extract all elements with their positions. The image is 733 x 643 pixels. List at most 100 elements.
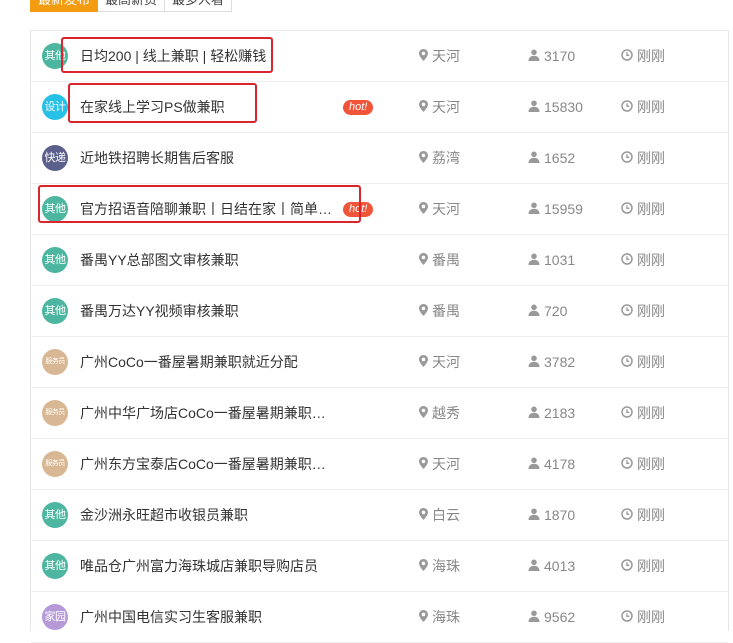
location: 海珠 <box>419 592 460 642</box>
post-time: 刚刚 <box>621 592 665 642</box>
person-icon <box>528 286 540 336</box>
clock-icon <box>621 184 633 234</box>
job-row[interactable]: 其他 金沙洲永旺超市收银员兼职 白云 1870 刚刚 <box>31 490 728 541</box>
location-text: 番禺 <box>432 252 460 268</box>
clock-icon <box>621 439 633 489</box>
location: 天河 <box>419 337 460 387</box>
tab-most-viewed[interactable]: 最多人看 <box>165 0 233 12</box>
view-count-text: 1870 <box>544 507 576 523</box>
hot-badge: hot! <box>343 100 374 115</box>
category-badge: 快递 <box>42 145 68 171</box>
view-count: 720 <box>528 286 567 336</box>
location-text: 荔湾 <box>432 150 460 166</box>
category-badge: 设计 <box>42 94 68 120</box>
person-icon <box>528 235 540 285</box>
map-pin-icon <box>419 31 428 81</box>
person-icon <box>528 541 540 591</box>
view-count: 3170 <box>528 31 575 81</box>
map-pin-icon <box>419 592 428 642</box>
post-time: 刚刚 <box>621 235 665 285</box>
location-text: 白云 <box>432 507 460 523</box>
job-row[interactable]: 服务员 广州CoCo一番屋暑期兼职就近分配 天河 3782 刚刚 <box>31 337 728 388</box>
job-title-link[interactable]: 番禺YY总部图文审核兼职 <box>80 235 239 285</box>
view-count: 1652 <box>528 133 575 183</box>
job-row[interactable]: 其他 唯品仓广州富力海珠城店兼职导购店员 海珠 4013 刚刚 <box>31 541 728 592</box>
location: 番禺 <box>419 286 460 336</box>
job-row[interactable]: 服务员 广州东方宝泰店CoCo一番屋暑期兼职店员 天河 4178 刚刚 <box>31 439 728 490</box>
person-icon <box>528 133 540 183</box>
view-count-text: 4178 <box>544 456 576 472</box>
job-row[interactable]: 快递 近地铁招聘长期售后客服 荔湾 1652 刚刚 <box>31 133 728 184</box>
view-count-text: 15830 <box>544 99 583 115</box>
view-count: 15959 <box>528 184 583 234</box>
job-title-link[interactable]: 唯品仓广州富力海珠城店兼职导购店员 <box>80 541 318 591</box>
job-title-link[interactable]: 广州中华广场店CoCo一番屋暑期兼职店员 <box>80 388 338 438</box>
location-text: 天河 <box>432 354 460 370</box>
person-icon <box>528 82 540 132</box>
category-badge: 服务员 <box>42 451 68 477</box>
job-row[interactable]: 其他 日均200 | 线上兼职 | 轻松赚钱 天河 3170 刚刚 <box>31 31 728 82</box>
post-time-text: 刚刚 <box>637 456 665 472</box>
job-title-link[interactable]: 近地铁招聘长期售后客服 <box>80 133 234 183</box>
post-time: 刚刚 <box>621 82 665 132</box>
view-count-text: 1652 <box>544 150 576 166</box>
location: 天河 <box>419 82 460 132</box>
location: 越秀 <box>419 388 460 438</box>
clock-icon <box>621 286 633 336</box>
location-text: 天河 <box>432 99 460 115</box>
post-time: 刚刚 <box>621 184 665 234</box>
clock-icon <box>621 388 633 438</box>
person-icon <box>528 490 540 540</box>
map-pin-icon <box>419 184 428 234</box>
person-icon <box>528 31 540 81</box>
job-title-link[interactable]: 金沙洲永旺超市收银员兼职 <box>80 490 248 540</box>
job-title-link[interactable]: 广州东方宝泰店CoCo一番屋暑期兼职店员 <box>80 439 338 489</box>
view-count: 3782 <box>528 337 575 387</box>
job-row[interactable]: 设计 在家线上学习PS做兼职 hot! 天河 15830 刚刚 <box>31 82 728 133</box>
person-icon <box>528 184 540 234</box>
job-title-link[interactable]: 广州CoCo一番屋暑期兼职就近分配 <box>80 337 298 387</box>
clock-icon <box>621 235 633 285</box>
job-row[interactable]: 其他 番禺万达YY视频审核兼职 番禺 720 刚刚 <box>31 286 728 337</box>
sort-tabs: 最新发布 最高薪资 最多人看 <box>30 0 233 12</box>
view-count: 1870 <box>528 490 575 540</box>
post-time-text: 刚刚 <box>637 150 665 166</box>
post-time-text: 刚刚 <box>637 405 665 421</box>
view-count-text: 720 <box>544 303 568 319</box>
job-title-link[interactable]: 广州中国电信实习生客服兼职 <box>80 592 262 642</box>
category-badge: 其他 <box>42 502 68 528</box>
location-text: 番禺 <box>432 303 460 319</box>
job-title-link[interactable]: 日均200 | 线上兼职 | 轻松赚钱 <box>80 31 266 81</box>
map-pin-icon <box>419 82 428 132</box>
clock-icon <box>621 31 633 81</box>
post-time-text: 刚刚 <box>637 507 665 523</box>
clock-icon <box>621 541 633 591</box>
clock-icon <box>621 592 633 642</box>
job-title-link[interactable]: 在家线上学习PS做兼职 <box>80 82 225 132</box>
post-time-text: 刚刚 <box>637 354 665 370</box>
map-pin-icon <box>419 133 428 183</box>
clock-icon <box>621 490 633 540</box>
post-time: 刚刚 <box>621 337 665 387</box>
post-time-text: 刚刚 <box>637 99 665 115</box>
view-count-text: 2183 <box>544 405 576 421</box>
post-time: 刚刚 <box>621 388 665 438</box>
view-count-text: 3170 <box>544 48 576 64</box>
view-count: 15830 <box>528 82 583 132</box>
category-badge: 其他 <box>42 553 68 579</box>
job-title-link[interactable]: 官方招语音陪聊兼职丨日结在家丨简单… <box>80 184 332 234</box>
location-text: 天河 <box>432 48 460 64</box>
post-time: 刚刚 <box>621 133 665 183</box>
category-badge: 其他 <box>42 247 68 273</box>
job-title-link[interactable]: 番禺万达YY视频审核兼职 <box>80 286 239 336</box>
location: 天河 <box>419 184 460 234</box>
job-row[interactable]: 其他 官方招语音陪聊兼职丨日结在家丨简单… hot! 天河 15959 刚刚 <box>31 184 728 235</box>
post-time: 刚刚 <box>621 541 665 591</box>
job-row[interactable]: 其他 番禺YY总部图文审核兼职 番禺 1031 刚刚 <box>31 235 728 286</box>
tab-highest-salary[interactable]: 最高薪资 <box>98 0 166 12</box>
job-row[interactable]: 服务员 广州中华广场店CoCo一番屋暑期兼职店员 越秀 2183 刚刚 <box>31 388 728 439</box>
clock-icon <box>621 133 633 183</box>
map-pin-icon <box>419 337 428 387</box>
clock-icon <box>621 337 633 387</box>
tab-latest[interactable]: 最新发布 <box>30 0 99 12</box>
